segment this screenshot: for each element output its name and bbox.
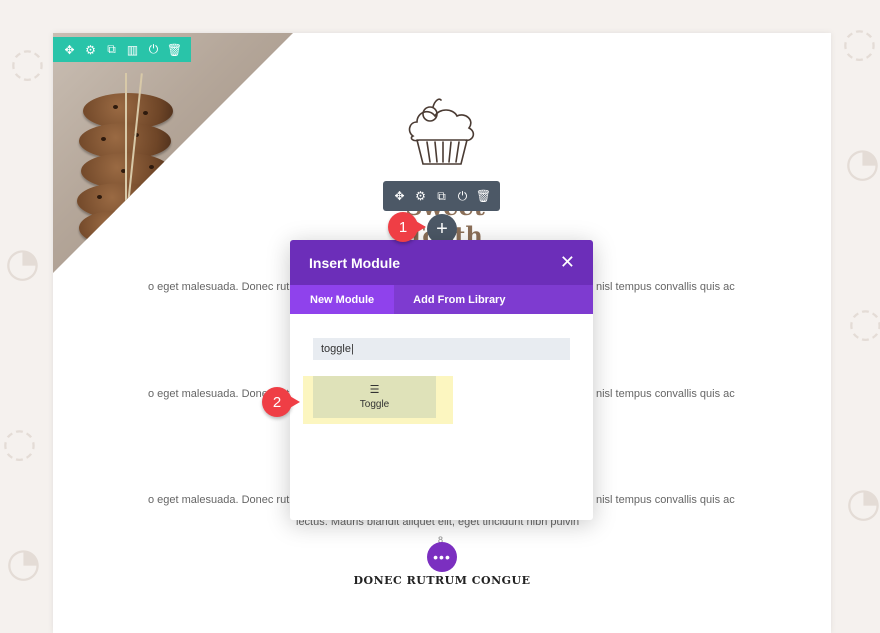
cookie-photo [53, 33, 293, 273]
modal-title: Insert Module [309, 254, 401, 271]
tab-add-from-library[interactable]: Add From Library [394, 285, 505, 314]
trash-icon[interactable]: 🗑 [164, 37, 185, 62]
paragraph-text: o eget malesuada. Donec rut [148, 281, 290, 293]
annotation-arrow-1 [414, 220, 426, 234]
close-icon[interactable]: ✕ [560, 252, 575, 273]
section-heading: DONEC RUTRUM CONGUE [353, 574, 531, 587]
move-icon[interactable]: ✥ [59, 37, 80, 62]
trash-icon[interactable]: 🗑 [473, 181, 494, 211]
modal-tabs: New Module Add From Library [290, 285, 593, 314]
paragraph-text: nisl tempus convallis quis ac [596, 494, 735, 506]
toggle-icon: ☰ [369, 383, 380, 396]
annotation-arrow-2 [288, 395, 300, 409]
move-icon[interactable]: ✥ [389, 181, 410, 211]
paragraph-text: o eget malesuada. Donec rut [148, 494, 290, 506]
modal-header: Insert Module ✕ [290, 240, 593, 285]
row-toolbar: ✥ ⚙ ⧉ ▥ ⏻ 🗑 [53, 37, 191, 62]
columns-icon[interactable]: ▥ [122, 37, 143, 62]
module-option-toggle[interactable]: ☰ Toggle [313, 376, 436, 418]
module-search-input[interactable]: toggle | [313, 338, 570, 360]
settings-icon[interactable]: ⚙ [410, 181, 431, 211]
cupcake-logo [408, 98, 475, 165]
power-icon[interactable]: ⏻ [143, 37, 164, 62]
search-value: toggle [321, 343, 351, 355]
insert-module-modal: Insert Module ✕ New Module Add From Libr… [290, 240, 593, 520]
duplicate-icon[interactable]: ⧉ [431, 181, 452, 211]
more-options-button[interactable]: ••• [427, 542, 457, 572]
tab-new-module[interactable]: New Module [290, 285, 395, 314]
settings-icon[interactable]: ⚙ [80, 37, 101, 62]
duplicate-icon[interactable]: ⧉ [101, 37, 122, 62]
paragraph-text: nisl tempus convallis quis ac [596, 388, 735, 400]
module-option-label: Toggle [359, 399, 390, 410]
module-toolbar: ✥ ⚙ ⧉ ⏻ 🗑 [383, 181, 500, 211]
paragraph-text: nisl tempus convallis quis ac [596, 281, 735, 293]
power-icon[interactable]: ⏻ [452, 181, 473, 211]
